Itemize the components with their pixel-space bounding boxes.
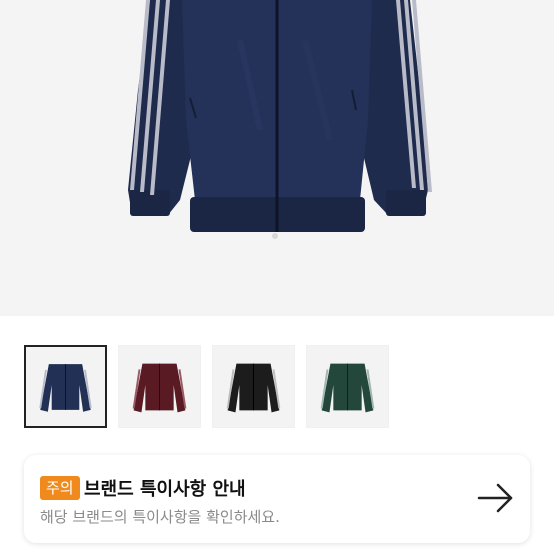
brand-notice-card[interactable]: 주의 브랜드 특이사항 안내 해당 브랜드의 특이사항을 확인하세요. (24, 455, 530, 543)
caution-badge: 주의 (40, 476, 80, 500)
jacket-thumbnail-image (226, 363, 281, 413)
thumbnail-green[interactable] (306, 345, 389, 428)
thumbnail-black[interactable] (212, 345, 295, 428)
notice-subtitle: 해당 브랜드의 특이사항을 확인하세요. (40, 508, 280, 526)
thumbnail-navy[interactable] (24, 345, 107, 428)
jacket-thumbnail-image (132, 363, 187, 413)
thumbnail-burgundy[interactable] (118, 345, 201, 428)
product-main-image (0, 0, 554, 316)
jacket-thumbnail-image (320, 363, 375, 413)
jacket-illustration (128, 0, 432, 239)
color-variant-thumbnails (0, 316, 554, 448)
notice-title: 브랜드 특이사항 안내 (84, 479, 246, 500)
jacket-thumbnail-image (39, 364, 92, 412)
arrow-right-icon[interactable] (476, 481, 516, 515)
